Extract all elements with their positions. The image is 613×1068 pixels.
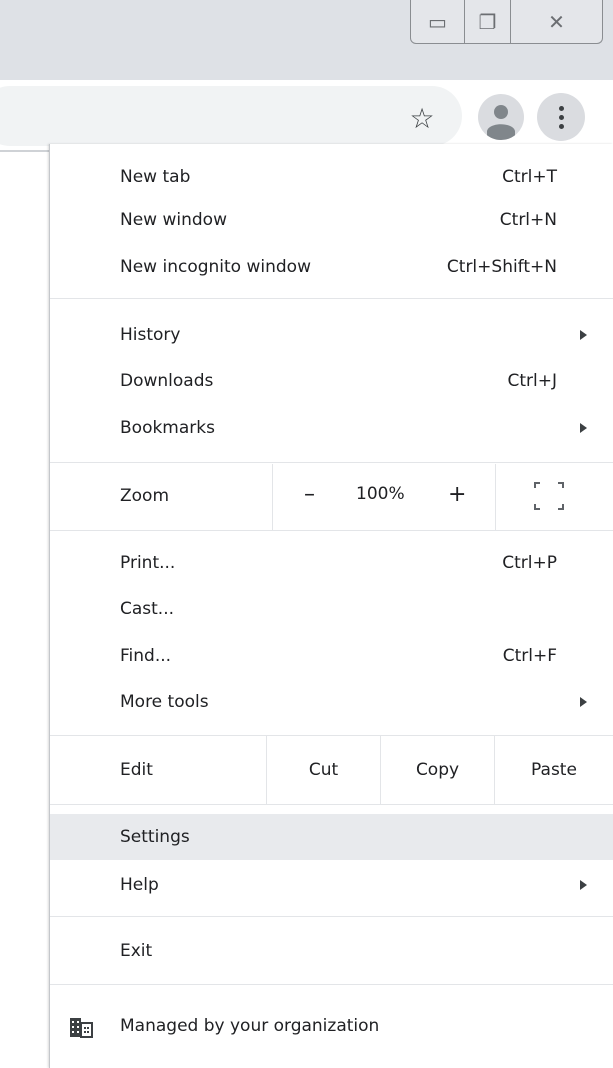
menu-item-shortcut: Ctrl+J <box>507 371 557 391</box>
fullscreen-button[interactable] <box>534 482 564 510</box>
menu-item-label: More tools <box>120 692 209 712</box>
window-controls: ▭ ❐ ✕ <box>410 0 613 44</box>
app-menu: New tab Ctrl+T New window Ctrl+N New inc… <box>49 144 613 1068</box>
submenu-arrow-icon <box>580 423 587 433</box>
building-icon <box>70 1018 93 1038</box>
menu-item-help[interactable]: Help <box>50 862 613 908</box>
copy-button[interactable]: Copy <box>381 736 494 804</box>
menu-item-bookmarks[interactable]: Bookmarks <box>50 405 613 451</box>
copy-label: Copy <box>415 760 460 780</box>
submenu-arrow-icon <box>580 330 587 340</box>
menu-separator <box>50 804 613 805</box>
menu-item-shortcut: Ctrl+P <box>502 553 557 573</box>
menu-item-shortcut: Ctrl+F <box>502 646 557 666</box>
menu-item-label: Help <box>120 875 159 895</box>
managed-by-organization[interactable]: Managed by your organization <box>50 1004 613 1050</box>
menu-item-new-incognito-window[interactable]: New incognito window Ctrl+Shift+N <box>50 244 613 290</box>
menu-item-shortcut: Ctrl+N <box>499 210 557 230</box>
menu-item-label: New tab <box>120 167 191 187</box>
person-icon <box>487 105 515 140</box>
menu-item-print[interactable]: Print... Ctrl+P <box>50 540 613 586</box>
menu-item-label: Bookmarks <box>120 418 215 438</box>
menu-item-label: Downloads <box>120 371 214 391</box>
menu-item-label: Print... <box>120 553 176 573</box>
menu-item-history[interactable]: History <box>50 312 613 358</box>
managed-label: Managed by your organization <box>120 1016 380 1036</box>
menu-separator <box>50 916 613 917</box>
menu-separator <box>50 984 613 985</box>
edit-label: Edit <box>120 760 153 780</box>
menu-separator <box>50 298 613 299</box>
menu-separator <box>50 530 613 531</box>
restore-icon: ❐ <box>478 9 497 34</box>
paste-button[interactable]: Paste <box>495 736 613 804</box>
edit-row: Edit Cut Copy Paste <box>50 736 613 804</box>
zoom-label: Zoom <box>120 486 170 506</box>
bookmark-star-button[interactable]: ☆ <box>402 98 442 138</box>
menu-item-exit[interactable]: Exit <box>50 928 613 974</box>
close-icon: ✕ <box>548 9 565 34</box>
menu-item-label: Find... <box>120 646 172 666</box>
zoom-level: 100% <box>356 484 405 504</box>
vertical-dots-icon <box>558 105 564 111</box>
zoom-in-button[interactable]: + <box>448 482 466 507</box>
star-icon: ☆ <box>409 101 435 135</box>
menu-item-label: New incognito window <box>120 257 311 277</box>
menu-item-shortcut: Ctrl+T <box>502 167 557 187</box>
menu-item-new-window[interactable]: New window Ctrl+N <box>50 197 613 243</box>
close-button[interactable]: ✕ <box>511 0 603 44</box>
fullscreen-icon <box>534 482 540 488</box>
restore-button[interactable]: ❐ <box>465 0 511 44</box>
toolbar-divider <box>0 150 50 152</box>
menu-item-label: Cast... <box>120 599 175 619</box>
cut-label: Cut <box>308 760 339 780</box>
menu-item-find[interactable]: Find... Ctrl+F <box>50 633 613 679</box>
menu-item-label: History <box>120 325 181 345</box>
minimize-icon: ▭ <box>428 9 447 34</box>
zoom-row: Zoom – 100% + <box>50 464 613 530</box>
cut-button[interactable]: Cut <box>267 736 380 804</box>
submenu-arrow-icon <box>580 697 587 707</box>
address-bar[interactable] <box>0 86 462 146</box>
menu-separator <box>50 462 613 463</box>
menu-item-more-tools[interactable]: More tools <box>50 679 613 725</box>
menu-button[interactable] <box>537 93 585 141</box>
minimize-button[interactable]: ▭ <box>410 0 465 44</box>
menu-item-label: New window <box>120 210 227 230</box>
menu-item-label: Exit <box>120 941 153 961</box>
profile-button[interactable] <box>478 94 524 140</box>
menu-item-new-tab[interactable]: New tab Ctrl+T <box>50 154 613 200</box>
zoom-out-button[interactable]: – <box>304 482 315 507</box>
submenu-arrow-icon <box>580 880 587 890</box>
menu-item-settings[interactable]: Settings <box>50 814 613 860</box>
menu-item-downloads[interactable]: Downloads Ctrl+J <box>50 358 613 404</box>
paste-label: Paste <box>531 760 577 780</box>
menu-item-shortcut: Ctrl+Shift+N <box>446 257 557 277</box>
menu-item-label: Settings <box>120 827 190 847</box>
menu-item-cast[interactable]: Cast... <box>50 586 613 632</box>
